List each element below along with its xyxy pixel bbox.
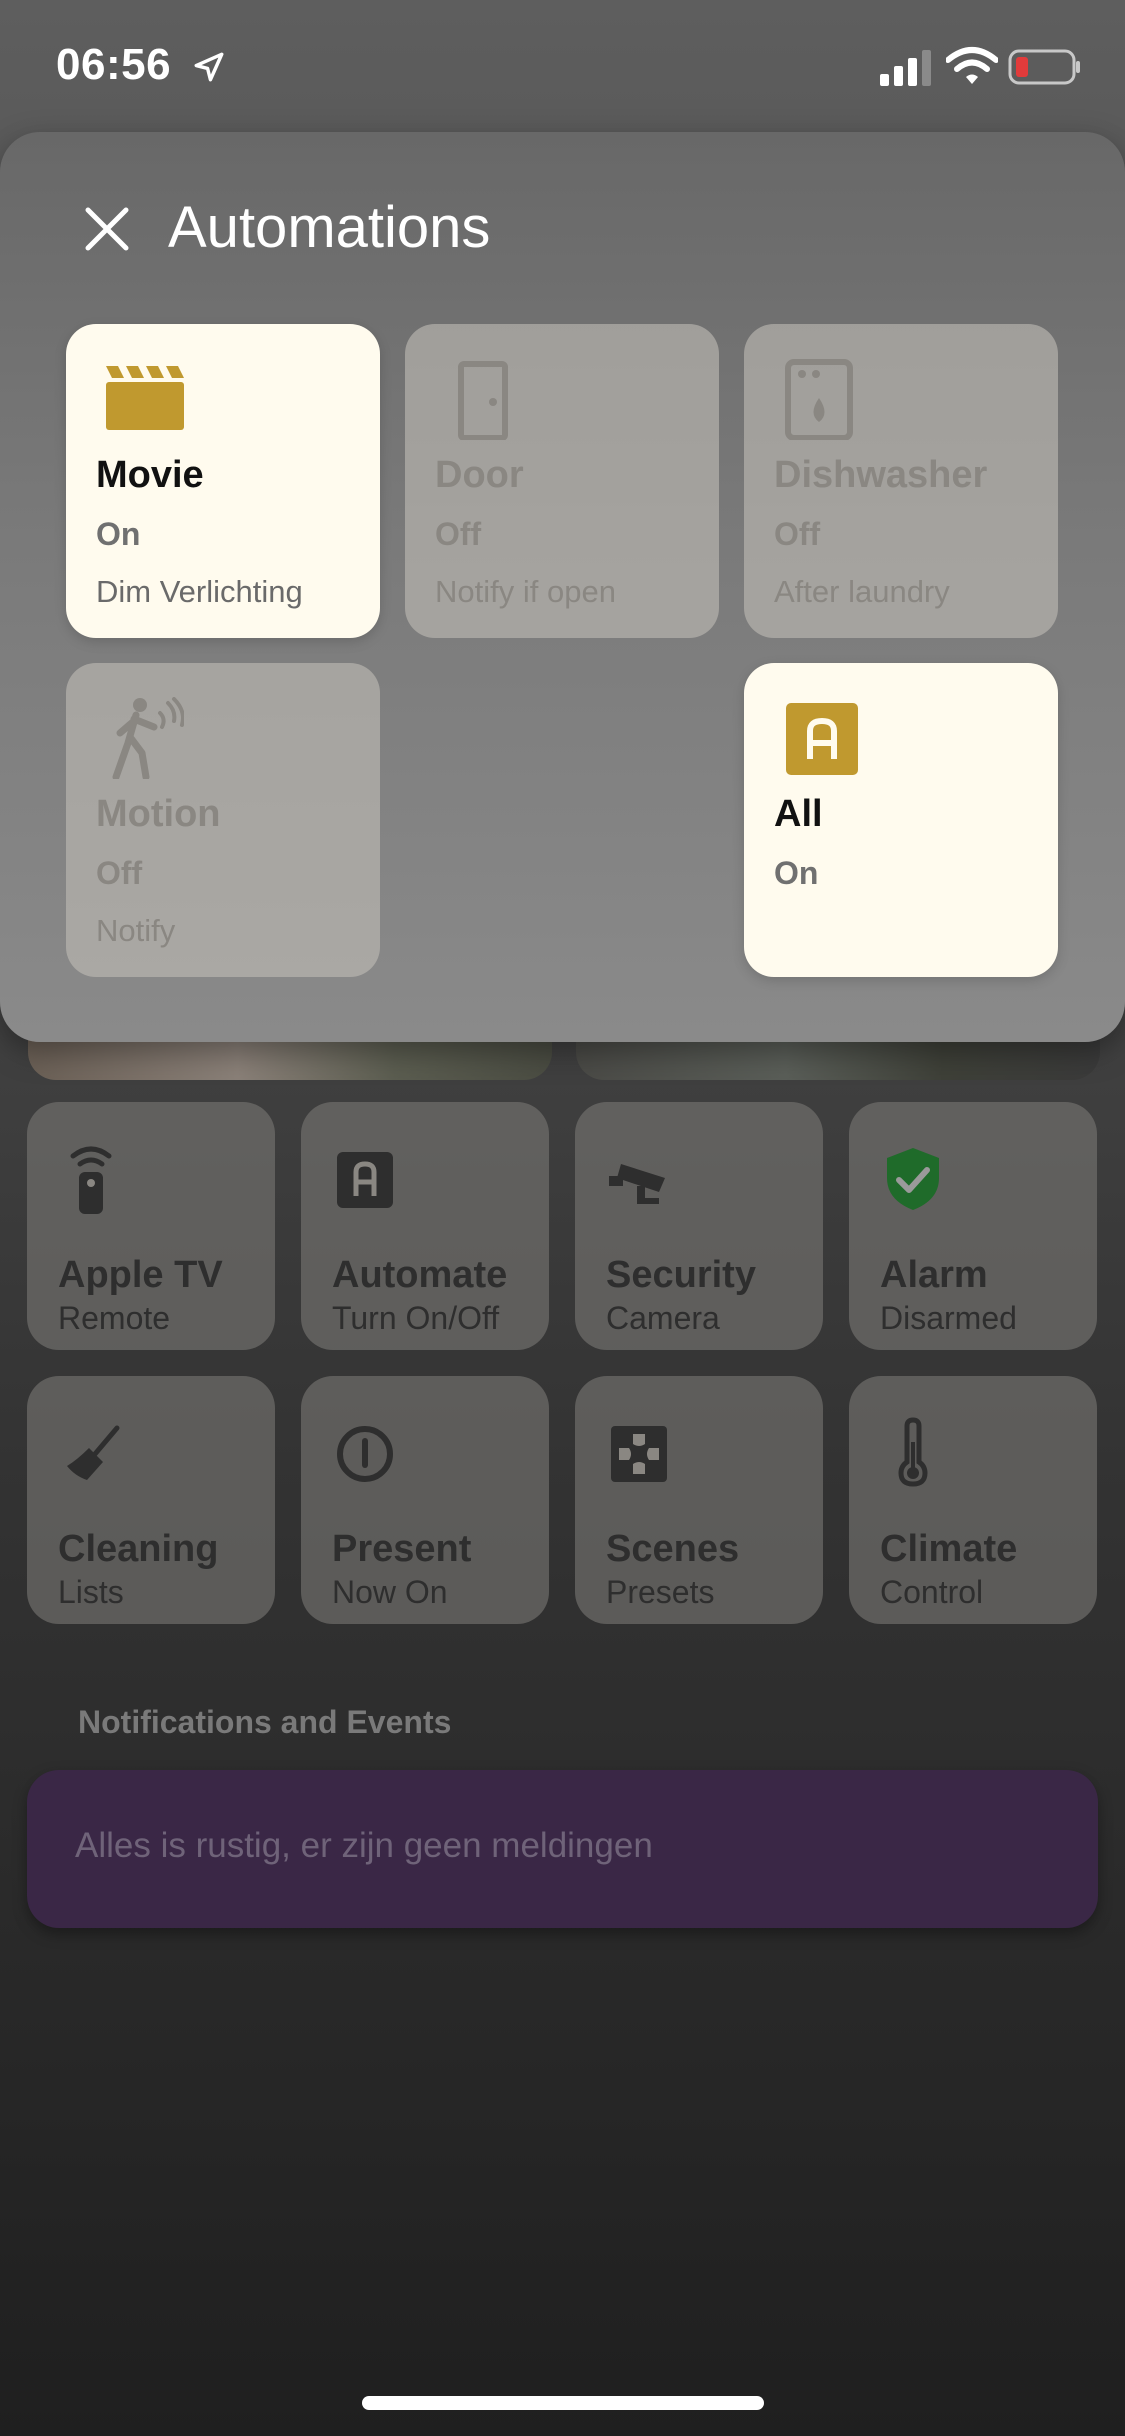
automations-sheet: Automations Movie On Dim Verlichting Doo… [0, 132, 1125, 1042]
tile-title: Scenes [606, 1528, 740, 1570]
tile-present[interactable]: Present Now On [301, 1376, 549, 1624]
battery-low-icon [1008, 49, 1080, 85]
remote-icon [70, 1146, 112, 1214]
motion-sensor-icon [112, 697, 184, 779]
automation-card-movie[interactable]: Movie On Dim Verlichting [66, 324, 380, 638]
automation-a-icon [337, 1152, 393, 1208]
close-icon[interactable] [82, 204, 132, 254]
automation-card-dishwasher[interactable]: Dishwasher Off After laundry [744, 324, 1058, 638]
power-icon [337, 1426, 393, 1482]
tile-title: Security [606, 1254, 756, 1296]
tile-subtitle: Presets [606, 1574, 715, 1610]
tile-title: Alarm [880, 1254, 988, 1296]
tile-subtitle: Camera [606, 1300, 720, 1336]
tile-subtitle: Disarmed [880, 1300, 1017, 1336]
notifications-heading: Notifications and Events [78, 1704, 452, 1740]
clapperboard-icon [106, 366, 184, 430]
tile-subtitle: Turn On/Off [332, 1300, 500, 1336]
scenes-icon [611, 1426, 667, 1482]
tile-alarm[interactable]: Alarm Disarmed [849, 1102, 1097, 1350]
automation-name: Motion [96, 793, 221, 835]
security-camera-icon [609, 1164, 665, 1204]
tile-scenes[interactable]: Scenes Presets [575, 1376, 823, 1624]
automation-state: Off [774, 516, 821, 552]
door-icon [458, 361, 508, 440]
automation-state: On [96, 516, 141, 552]
automation-card-door[interactable]: Door Off Notify if open [405, 324, 719, 638]
automation-name: Movie [96, 454, 204, 496]
automation-state: Off [435, 516, 482, 552]
tile-title: Automate [332, 1254, 508, 1296]
automation-card-all[interactable]: All On [744, 663, 1058, 977]
notification-card[interactable]: Alles is rustig, er zijn geen meldingen [27, 1770, 1098, 1928]
tile-cleaning[interactable]: Cleaning Lists [27, 1376, 275, 1624]
automation-state: Off [96, 855, 143, 891]
automation-a-icon [786, 703, 858, 775]
automation-description: Dim Verlichting [96, 574, 303, 609]
automation-description: Notify [96, 913, 176, 948]
dishwasher-icon [785, 359, 853, 440]
cellular-signal-icon [880, 50, 931, 86]
home-indicator[interactable] [362, 2396, 764, 2410]
automation-name: All [774, 793, 823, 835]
status-bar: 06:56 [0, 0, 1125, 132]
tile-title: Climate [880, 1528, 1018, 1570]
tile-climate[interactable]: Climate Control [849, 1376, 1097, 1624]
tile-title: Present [332, 1528, 472, 1570]
automation-name: Dishwasher [774, 454, 988, 496]
automation-state: On [774, 855, 819, 891]
automation-description: Notify if open [435, 574, 616, 609]
tile-subtitle: Lists [58, 1574, 124, 1610]
tile-apple-tv[interactable]: Apple TV Remote [27, 1102, 275, 1350]
automation-card-motion[interactable]: Motion Off Notify [66, 663, 380, 977]
shield-check-icon [887, 1148, 939, 1210]
tile-automate[interactable]: Automate Turn On/Off [301, 1102, 549, 1350]
tile-subtitle: Control [880, 1574, 984, 1610]
automation-description: After laundry [774, 574, 950, 609]
sheet-title: Automations [168, 195, 491, 260]
wifi-icon [946, 47, 998, 84]
thermometer-icon [898, 1417, 928, 1487]
home-tile-grid: Apple TV Remote Automate Turn On/Off Sec… [27, 1102, 1098, 1624]
notification-empty-message: Alles is rustig, er zijn geen meldingen [75, 1826, 653, 1865]
tile-security[interactable]: Security Camera [575, 1102, 823, 1350]
tile-title: Cleaning [58, 1528, 219, 1570]
tile-subtitle: Now On [332, 1574, 448, 1610]
automation-name: Door [435, 454, 524, 496]
tile-subtitle: Remote [58, 1300, 171, 1336]
location-arrow-icon [194, 52, 224, 82]
status-time: 06:56 [56, 40, 172, 89]
broom-icon [67, 1425, 120, 1480]
tile-title: Apple TV [58, 1254, 223, 1296]
